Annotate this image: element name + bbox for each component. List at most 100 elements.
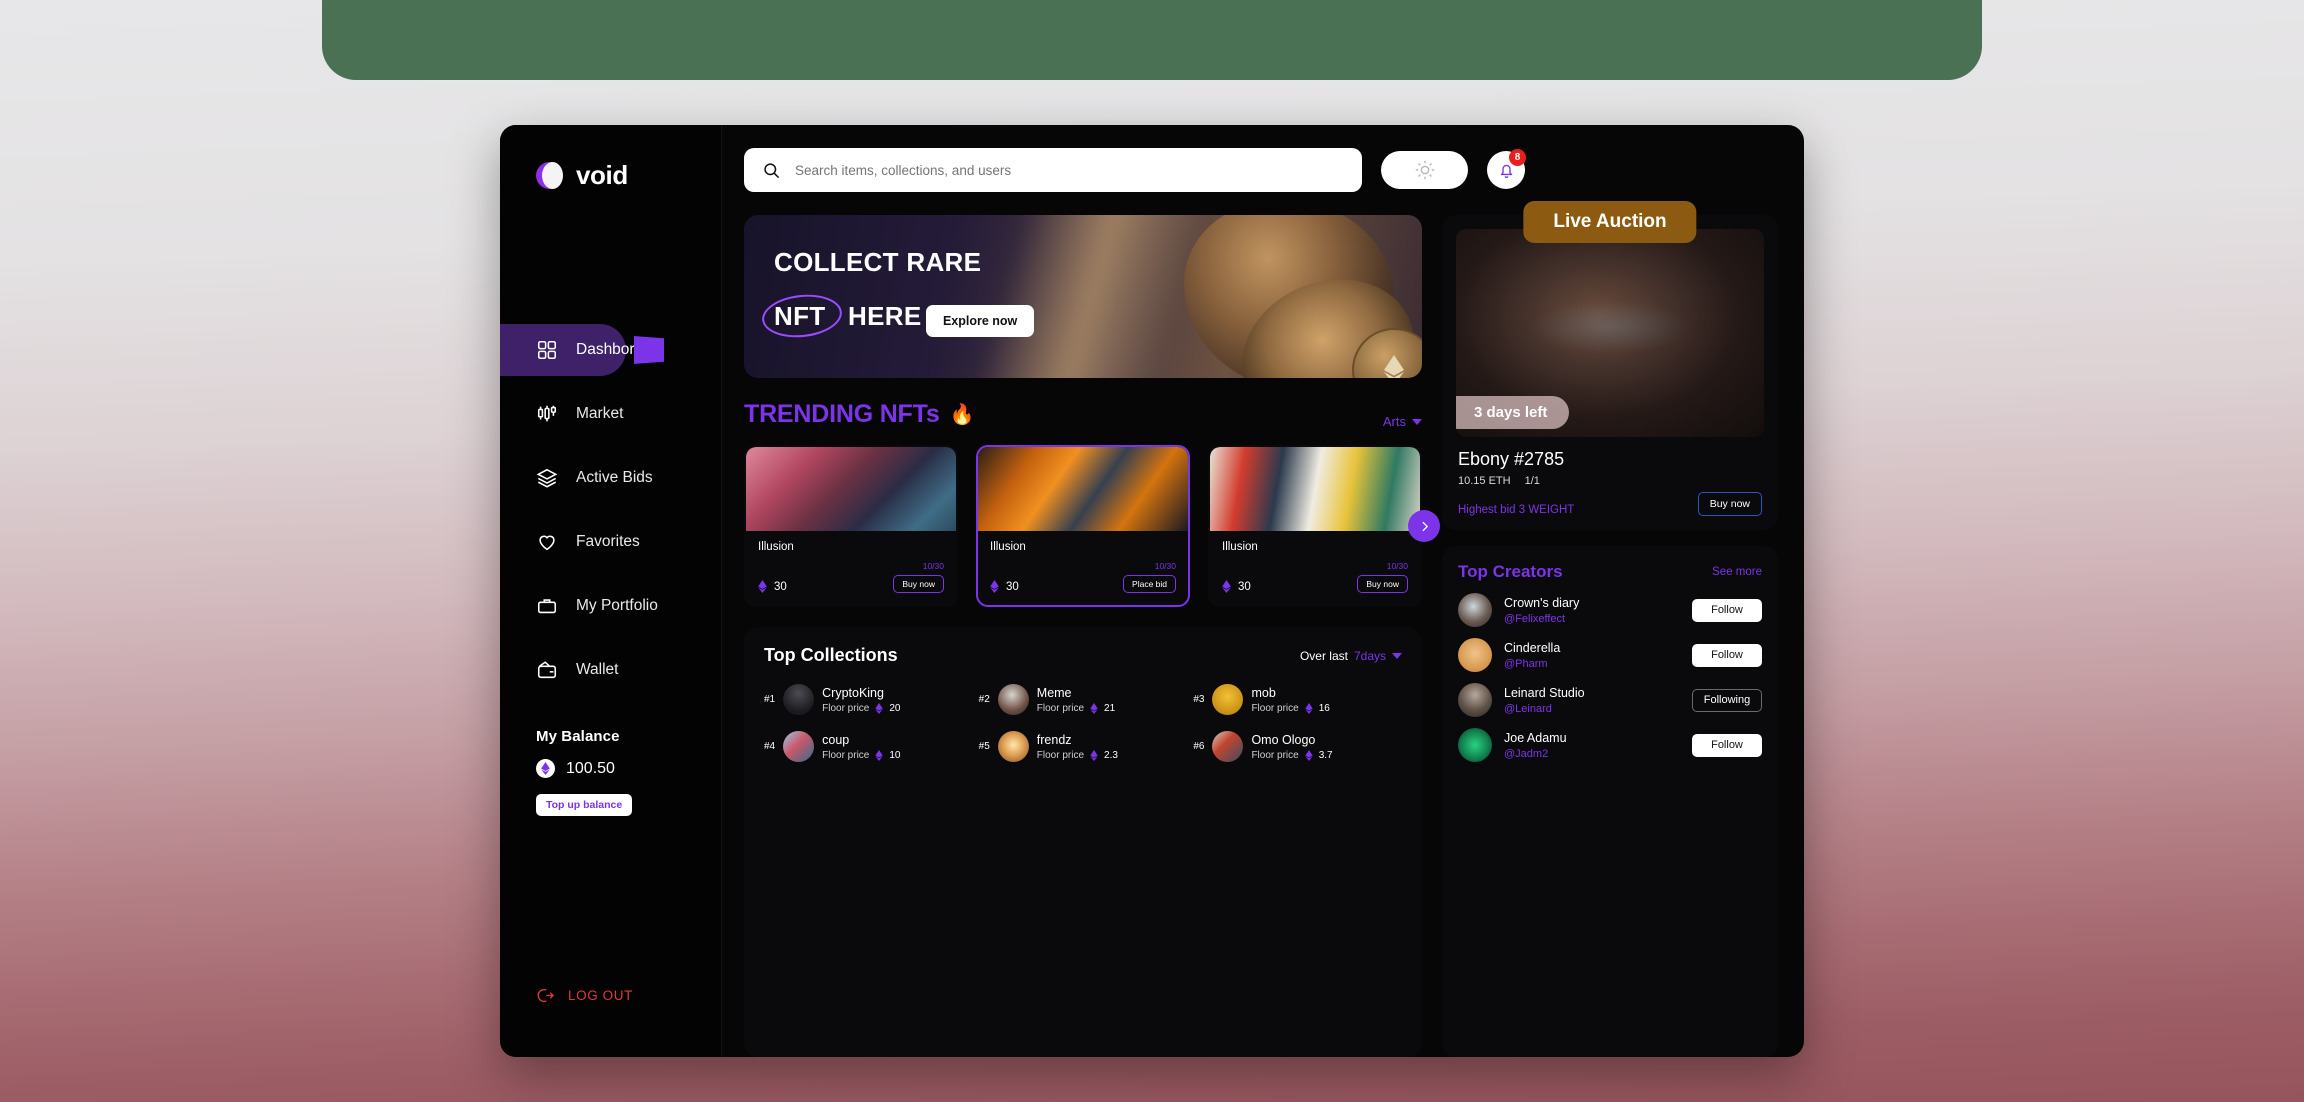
background-green-band <box>322 0 1982 80</box>
floor-price-value: 10 <box>889 749 901 761</box>
floor-price-label: Floor price <box>1036 702 1085 714</box>
search-input[interactable] <box>795 162 1344 178</box>
left-column: COLLECT RARE NFT HERE Explore now TRENDI… <box>744 215 1440 1057</box>
nft-card-count: 10/30 <box>922 561 944 571</box>
brand-logo[interactable]: void <box>500 153 721 197</box>
collection-name: Omo Ologo <box>1251 732 1316 747</box>
collection-item[interactable]: #3 mob Floor price 16 <box>1193 684 1402 715</box>
follow-button[interactable]: Follow <box>1692 733 1762 757</box>
nft-card-count: 10/30 <box>1386 561 1408 571</box>
nft-card-price: 30 <box>990 580 1019 593</box>
trending-category-filter[interactable]: Arts <box>1383 414 1422 429</box>
hero-line-1: COLLECT RARE <box>774 247 982 277</box>
sidebar-item-active-bids[interactable]: Active Bids <box>500 452 721 504</box>
app-window: void Dashbord Market Active Bids Favorit… <box>500 125 1804 1057</box>
nft-card-name: Illusion <box>990 541 1026 553</box>
collection-rank: #5 <box>978 741 990 752</box>
explore-now-button[interactable]: Explore now <box>925 304 1035 337</box>
nft-card-image <box>1210 447 1420 531</box>
nft-card-action-button[interactable]: Buy now <box>893 575 944 593</box>
collections-period-filter[interactable]: Over last 7days <box>1300 649 1402 663</box>
creator-name: Cinderella <box>1504 640 1561 655</box>
auction-time-left: 3 days left <box>1456 396 1570 429</box>
theme-toggle-button[interactable] <box>1381 151 1468 189</box>
collection-item[interactable]: #6 Omo Ologo Floor price 3.7 <box>1193 731 1402 762</box>
see-more-link[interactable]: See more <box>1712 566 1762 578</box>
creator-handle: @Jadm2 <box>1504 747 1549 760</box>
top-up-balance-button[interactable]: Top up balance <box>536 794 633 816</box>
floor-price-value: 20 <box>889 702 901 714</box>
top-creators-panel: Top Creators See more Crown's diary @Fel… <box>1442 546 1778 1057</box>
collection-item[interactable]: #2 Meme Floor price 21 <box>979 684 1188 715</box>
collections-grid: #1 CryptoKing Floor price 20 #2 Meme Flo… <box>764 684 1402 762</box>
sidebar-item-my-portfolio[interactable]: My Portfolio <box>500 580 721 632</box>
sidebar-item-label: Wallet <box>576 661 619 678</box>
nft-card-action-button[interactable]: Place bid <box>1123 575 1176 593</box>
follow-button[interactable]: Follow <box>1692 643 1762 667</box>
collection-item[interactable]: #5 frendz Floor price 2.3 <box>979 731 1188 762</box>
trending-header: TRENDING NFTs 🔥 Arts <box>744 400 1422 429</box>
nft-card-price-value: 30 <box>1006 580 1019 593</box>
right-column: Live Auction 3 days left Ebony #2785 10.… <box>1442 201 1778 1057</box>
nft-card[interactable]: Illusion 30 10/30 Buy now <box>744 445 958 607</box>
balance-row: 100.50 <box>536 759 721 778</box>
creator-name: Crown's diary <box>1504 595 1580 610</box>
sun-icon <box>1415 160 1434 180</box>
auction-edition: 1/1 <box>1524 475 1540 487</box>
void-logo-icon <box>536 161 563 189</box>
wallet-icon <box>536 659 558 681</box>
auction-artwork-image: 3 days left <box>1456 229 1764 437</box>
balance-section: My Balance 100.50 Top up balance <box>500 728 721 816</box>
sidebar-item-favorites[interactable]: Favorites <box>500 516 721 568</box>
nft-card[interactable]: Illusion 30 10/30 Place bid <box>976 445 1190 607</box>
ethereum-icon <box>990 580 999 593</box>
floor-price-label: Floor price <box>822 749 870 761</box>
balance-amount: 100.50 <box>566 759 615 777</box>
briefcase-icon <box>536 595 558 617</box>
notification-badge: 8 <box>1509 149 1526 166</box>
creator-name: Joe Adamu <box>1504 730 1567 745</box>
sidebar-item-label: Active Bids <box>576 469 653 486</box>
nft-card-image <box>978 447 1188 531</box>
topbar: 8 <box>744 148 1778 192</box>
chevron-down-icon <box>1412 418 1422 425</box>
hero-line-2: NFT HERE <box>760 290 921 341</box>
carousel-next-button[interactable] <box>1408 510 1440 542</box>
layers-icon <box>536 467 558 489</box>
logout-button[interactable]: LOG OUT <box>536 986 633 1005</box>
collection-rank: #6 <box>1193 741 1205 752</box>
search-bar[interactable] <box>744 148 1362 192</box>
collection-item[interactable]: #1 CryptoKing Floor price 20 <box>764 684 973 715</box>
brand-name: void <box>576 159 628 190</box>
auction-buy-now-button[interactable]: Buy now <box>1697 492 1762 516</box>
ethereum-icon <box>1090 749 1098 761</box>
candlestick-icon <box>536 403 558 425</box>
creator-name: Leinard Studio <box>1504 685 1585 700</box>
ethereum-icon <box>1222 580 1231 593</box>
ethereum-icon <box>536 759 555 778</box>
collection-rank: #4 <box>764 741 776 752</box>
following-button[interactable]: Following <box>1692 688 1762 712</box>
floor-price-value: 2.3 <box>1104 749 1118 761</box>
notifications-button[interactable]: 8 <box>1487 149 1526 189</box>
collections-filter-prefix: Over last <box>1299 648 1348 663</box>
sidebar-item-market[interactable]: Market <box>500 388 721 440</box>
follow-button[interactable]: Follow <box>1692 598 1762 622</box>
auction-highest-bid: Highest bid 3 WEIGHT <box>1458 504 1575 516</box>
sidebar-nav: Dashbord Market Active Bids Favorites My… <box>500 324 721 696</box>
active-indicator-flag <box>634 336 664 364</box>
creator-handle: @Felixeffect <box>1504 612 1566 625</box>
nft-card-action-button[interactable]: Buy now <box>1357 575 1408 593</box>
floor-price-label: Floor price <box>1036 749 1085 761</box>
nft-card[interactable]: Illusion 30 10/30 Buy now <box>1208 445 1422 607</box>
sidebar-item-label: Favorites <box>576 533 640 550</box>
collection-item[interactable]: #4 coup Floor price 10 <box>764 731 973 762</box>
content-area: COLLECT RARE NFT HERE Explore now TRENDI… <box>744 201 1778 1057</box>
ethereum-icon <box>875 702 884 714</box>
collections-filter-value: 7days <box>1353 648 1386 663</box>
floor-price-value: 21 <box>1104 702 1116 714</box>
sidebar-item-dashbord[interactable]: Dashbord <box>500 324 664 376</box>
collection-rank: #3 <box>1193 694 1205 705</box>
creator-row: Joe Adamu @Jadm2 Follow <box>1458 728 1762 762</box>
sidebar-item-wallet[interactable]: Wallet <box>500 644 721 696</box>
